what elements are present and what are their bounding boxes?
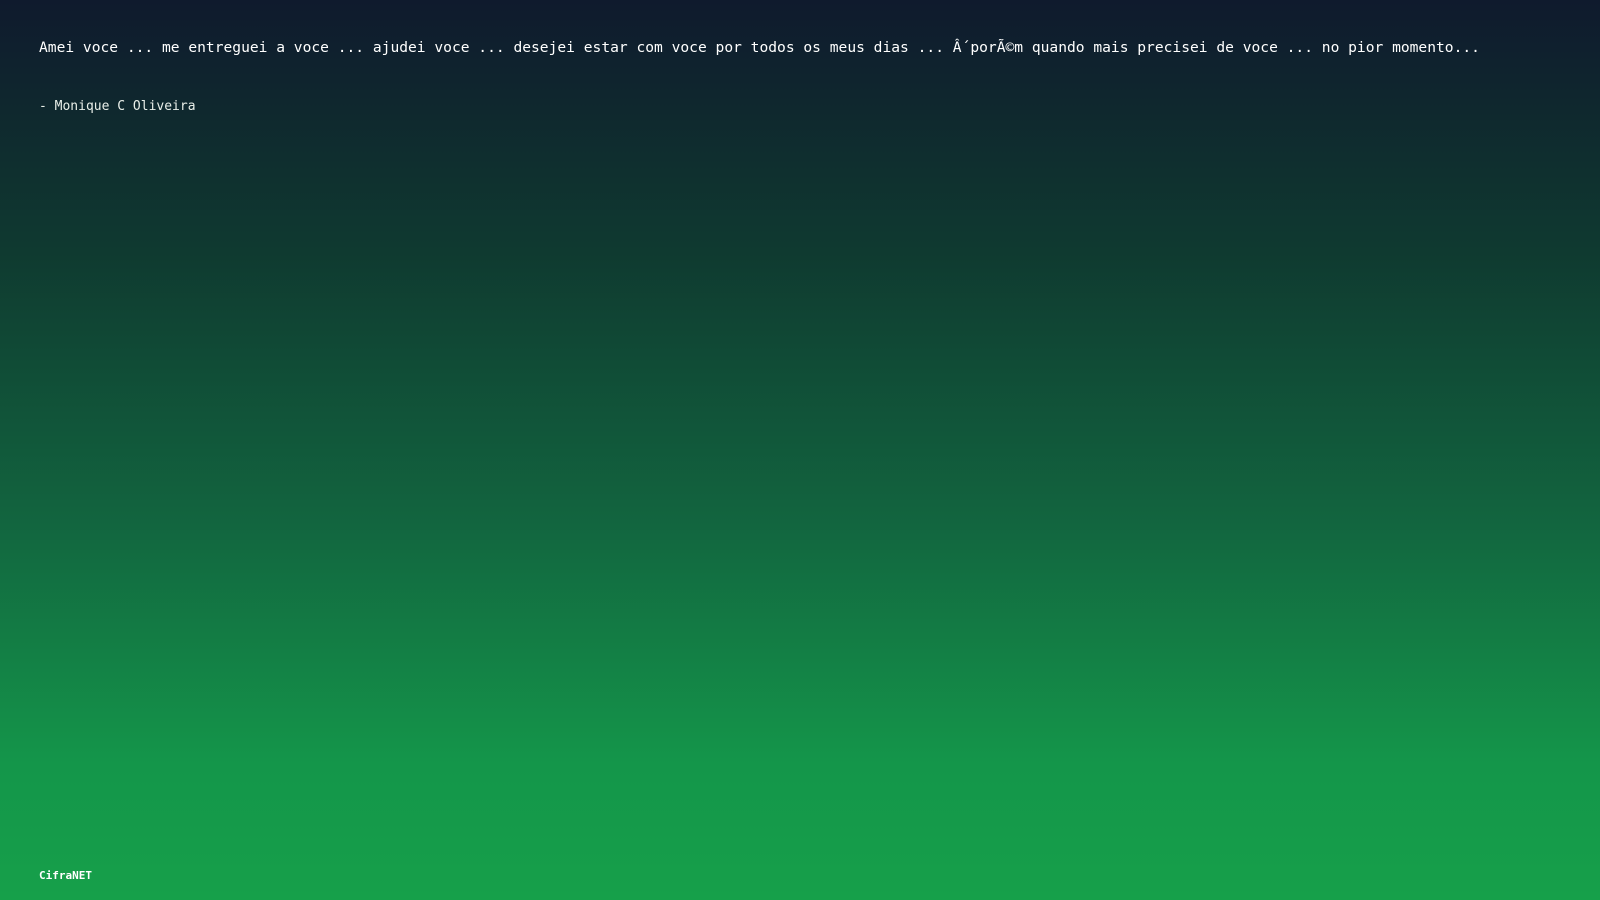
quote-author: - Monique C Oliveira (39, 99, 196, 114)
quote-text: Amei voce ... me entreguei a voce ... aj… (39, 39, 1480, 56)
quote-container: Amei voce ... me entreguei a voce ... aj… (39, 37, 1561, 118)
brand-label: CifraNET (39, 869, 92, 882)
page: { "quote": { "text": "Amei voce ... me e… (0, 0, 1600, 900)
